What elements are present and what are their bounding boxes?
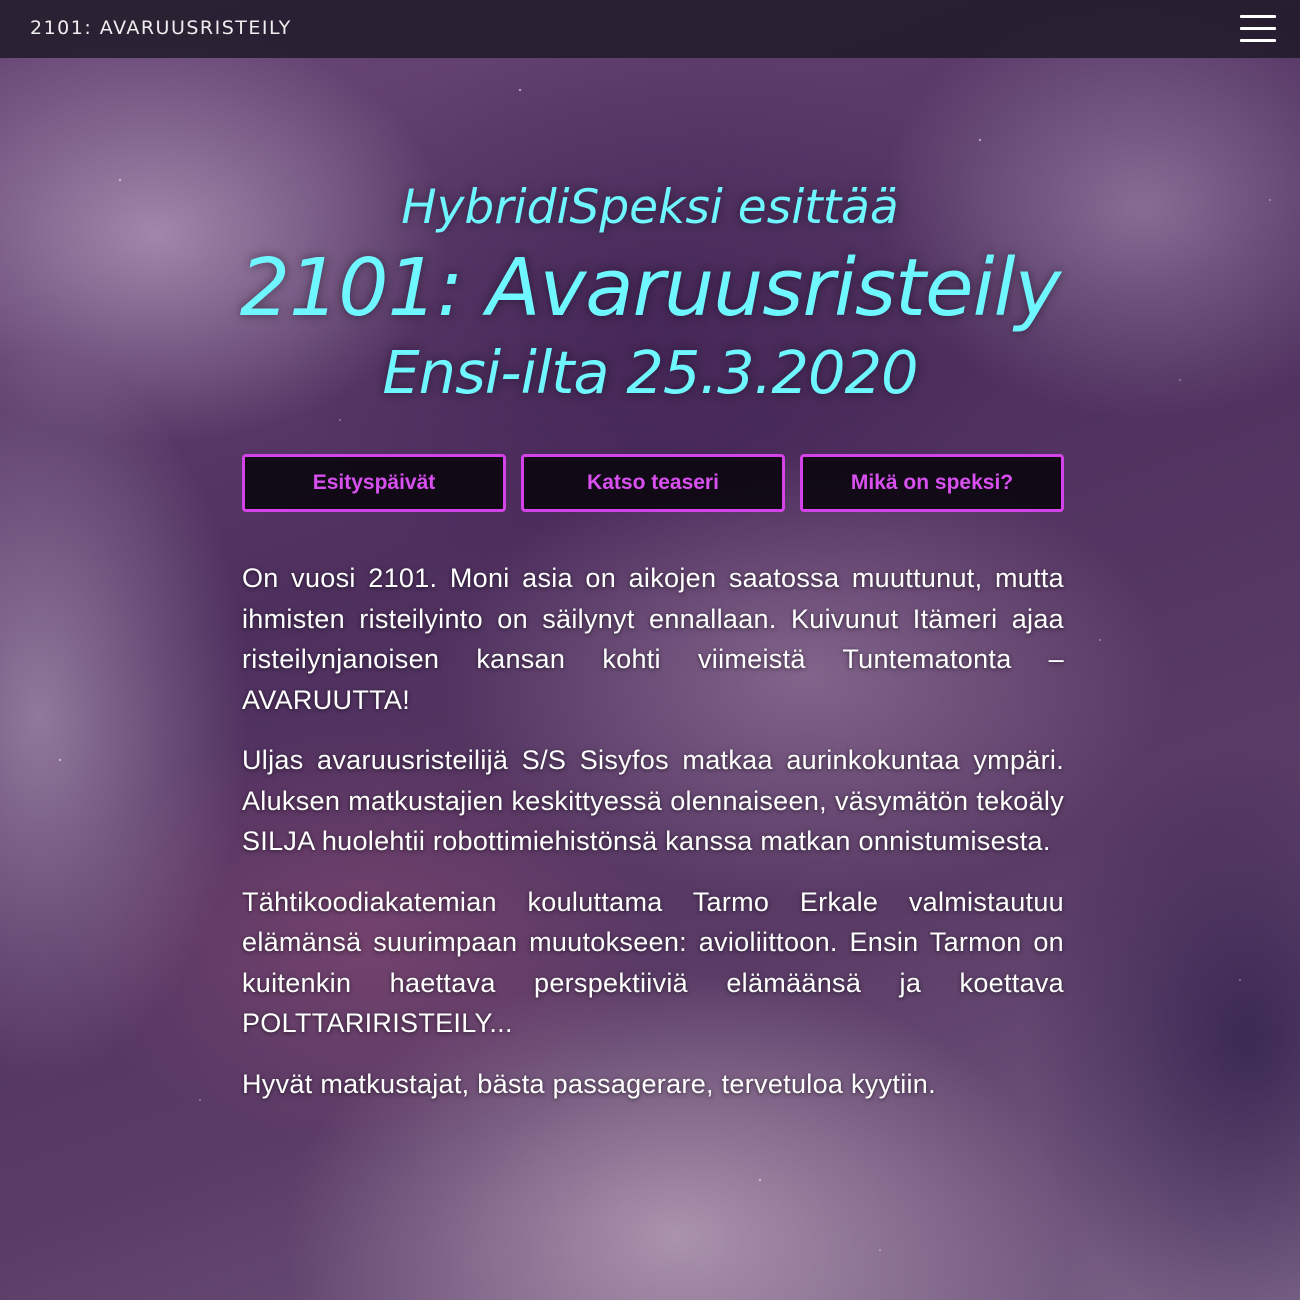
menu-bar-bottom [1240,39,1276,42]
hamburger-menu-icon[interactable] [1240,15,1276,43]
menu-bar-top [1240,15,1276,18]
story-paragraph: Uljas avaruusristeilijä S/S Sisyfos matk… [242,745,1064,856]
hero-section: HybridiSpeksi esittää 2101: Avaruusriste… [0,170,1300,416]
hero-title: 2101: Avaruusristeily [239,242,1062,334]
story-paragraph: Tähtikoodiakatemian kouluttama Tarmo Erk… [242,886,1064,1039]
show-dates-button[interactable]: Esityspäivät [242,454,506,512]
story-paragraph: On vuosi 2101. Moni asia on aikojen saat… [242,563,1064,715]
hero-presenter: HybridiSpeksi esittää [401,180,899,235]
top-navbar: 2101: AVARUUSRISTEILY [0,0,1300,58]
site-brand-link[interactable]: 2101: AVARUUSRISTEILY [30,17,292,39]
hero-button-group: Esityspäivät Katso teaseri Mikä on speks… [242,454,1064,512]
watch-teaser-button[interactable]: Katso teaseri [521,454,785,512]
hero-premiere-date: Ensi-ilta 25.3.2020 [382,338,918,407]
story-paragraph: Hyvät matkustajat, bästa passagerare, te… [242,1068,936,1099]
menu-bar-middle [1240,27,1276,30]
what-is-speksi-button[interactable]: Mikä on speksi? [800,454,1064,512]
story-section: On vuosi 2101. Moni asia on aikojen saat… [242,558,1064,1124]
